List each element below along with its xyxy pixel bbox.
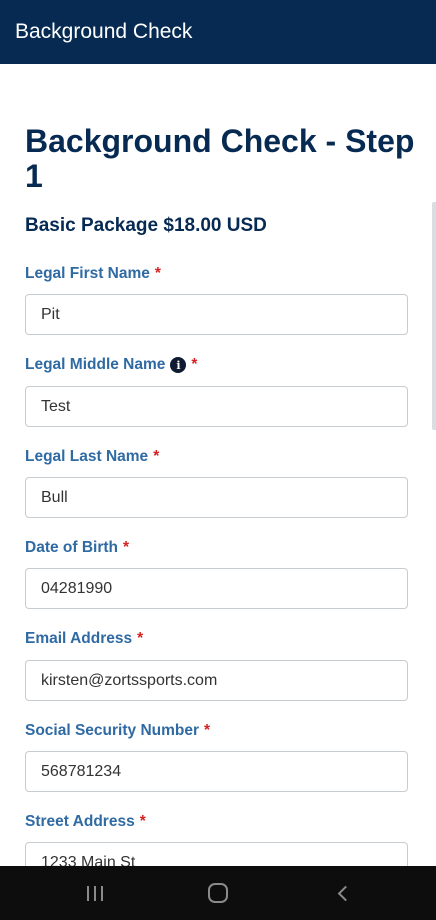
dob-input[interactable] (25, 568, 408, 609)
last-name-label-text: Legal Last Name (25, 448, 149, 465)
ssn-input[interactable] (25, 751, 408, 792)
dob-label-text: Date of Birth (25, 539, 118, 556)
email-label-text: Email Address (25, 630, 133, 647)
required-marker: * (123, 539, 130, 556)
edge-panel-handle[interactable] (432, 202, 436, 430)
form-content[interactable]: Background Check - Step 1 Basic Package … (0, 64, 436, 866)
home-button[interactable] (188, 866, 248, 920)
email-input[interactable] (25, 660, 408, 701)
first-name-label: Legal First Name * (25, 265, 161, 283)
back-button[interactable] (312, 866, 372, 920)
street-label-text: Street Address (25, 813, 135, 830)
ssn-label-text: Social Security Number (25, 722, 200, 739)
header-title: Background Check (15, 20, 193, 43)
first-name-input[interactable] (25, 294, 408, 335)
system-nav-bar (0, 866, 436, 920)
middle-name-label-text: Legal Middle Name (25, 356, 166, 373)
required-marker: * (191, 356, 198, 373)
street-input[interactable] (25, 842, 408, 866)
home-icon (208, 883, 228, 903)
street-label: Street Address * (25, 813, 146, 831)
recents-icon (87, 885, 103, 901)
middle-name-input[interactable] (25, 386, 408, 427)
dob-label: Date of Birth * (25, 539, 129, 557)
app-header: Background Check (0, 0, 436, 64)
required-marker: * (139, 813, 146, 830)
info-icon[interactable]: i (170, 357, 187, 373)
page-title: Background Check - Step 1 (25, 123, 415, 194)
required-marker: * (153, 448, 160, 465)
last-name-label: Legal Last Name * (25, 448, 159, 466)
recents-button[interactable] (65, 866, 125, 920)
required-marker: * (154, 265, 161, 282)
email-label: Email Address * (25, 630, 143, 648)
required-marker: * (137, 630, 144, 647)
back-icon (337, 885, 353, 901)
middle-name-label: Legal Middle Name i * (25, 356, 197, 374)
first-name-label-text: Legal First Name (25, 265, 150, 282)
required-marker: * (204, 722, 211, 739)
last-name-input[interactable] (25, 477, 408, 518)
ssn-label: Social Security Number * (25, 722, 210, 740)
package-name: Basic Package $18.00 USD (25, 215, 267, 236)
